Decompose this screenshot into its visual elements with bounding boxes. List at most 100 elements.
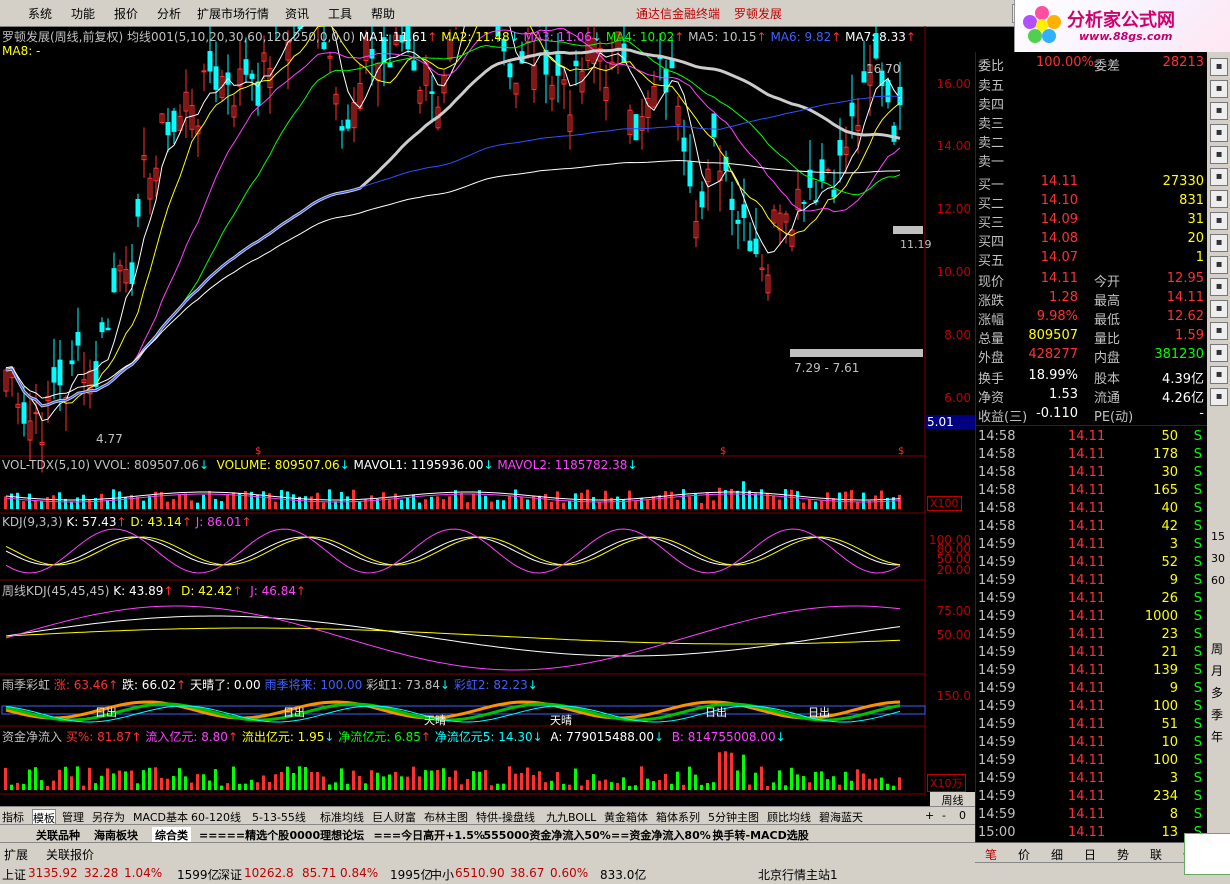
wkdj-title[interactable]: 周线KDJ(45,45,45) [2,584,109,598]
block-tab[interactable]: ==资金净流入80% [611,827,711,843]
vol-title[interactable]: VOL-TDX(5,10) [2,458,90,472]
detail-tab[interactable]: 日 [1084,846,1096,863]
template-tab[interactable]: 黄金箱体 [604,809,648,825]
tick-row[interactable]: 14:59 14.11 52 S [976,554,1208,572]
tick-row[interactable]: 14:58 14.11 40 S [976,500,1208,518]
tick-row[interactable]: 14:59 14.11 21 S [976,644,1208,662]
buy-level-row[interactable]: 买五 14.07 1 [976,249,1208,269]
tick-row[interactable]: 14:59 14.11 1000 S [976,608,1208,626]
toolbar-tool-icon[interactable]: ▪ [1210,366,1228,384]
quote-stat-row[interactable]: 涨幅 9.98% 最低 12.62 [976,308,1208,328]
menu-help[interactable]: 帮助 [371,5,395,22]
tick-row[interactable]: 14:59 14.11 23 S [976,626,1208,644]
menu-tools[interactable]: 工具 [328,5,352,22]
toolbar-tool-icon[interactable]: ▪ [1210,388,1228,406]
template-tab[interactable]: 标准均线 [320,809,364,825]
block-tab[interactable]: 关联品种 [36,827,80,843]
toolbar-tool-icon[interactable]: ▪ [1210,322,1228,340]
detail-tab[interactable]: 笔 [985,846,997,863]
tab-control-button[interactable]: - [942,809,946,822]
tab-control-button[interactable]: + [925,809,934,822]
notification-popup[interactable] [1184,833,1230,875]
quote-stat-row[interactable]: 换手 18.99% 股本 4.39亿 [976,367,1208,387]
toolbar-tool-icon[interactable]: ▪ [1210,212,1228,230]
toolbar-tool-icon[interactable]: ▪ [1210,344,1228,362]
tick-row[interactable]: 14:59 14.11 234 S [976,788,1208,806]
toolbar-tool-icon[interactable]: ▪ [1210,234,1228,252]
template-tab[interactable]: 特供-操盘线 [476,809,535,825]
period-button[interactable]: 30 [1211,552,1225,565]
rain-title[interactable]: 雨季彩虹 [2,678,50,692]
detail-tab[interactable]: 势 [1117,846,1129,863]
toolbar-tool-icon[interactable]: ▪ [1210,102,1228,120]
tab-control-button[interactable]: 0 [959,809,966,822]
tick-row[interactable]: 14:59 14.11 3 S [976,770,1208,788]
buy-level-row[interactable]: 买一 14.11 27330 [976,173,1208,193]
tick-row[interactable]: 14:59 14.11 9 S [976,680,1208,698]
menu-function[interactable]: 功能 [71,5,95,22]
detail-tab[interactable]: 价 [1018,846,1030,863]
tick-row[interactable]: 14:58 14.11 50 S [976,428,1208,446]
block-tab[interactable]: 换手转-MACD选股 [713,827,809,843]
template-tab[interactable]: 另存为 [92,809,125,825]
block-tab[interactable]: 0000理想论坛 [290,827,365,843]
server-label[interactable]: 北京行情主站1 [758,866,838,883]
template-tab[interactable]: 箱体系列 [656,809,700,825]
template-tab[interactable]: 5分钟主图 [708,809,759,825]
template-tab[interactable]: 布林主图 [424,809,468,825]
tick-row[interactable]: 15:0014.1113S [976,824,1208,842]
period-button[interactable]: 月 [1211,662,1223,679]
toolbar-tool-icon[interactable]: ▪ [1210,278,1228,296]
toolbar-tool-icon[interactable]: ▪ [1210,80,1228,98]
menu-system[interactable]: 系统 [28,5,52,22]
tick-row[interactable]: 14:59 14.11 3 S [976,536,1208,554]
detail-tab[interactable]: 细 [1051,846,1063,863]
quote-stat-row[interactable]: 收益(三) -0.110 PE(动) - [976,405,1208,425]
menu-analysis[interactable]: 分析 [157,5,181,22]
tick-row[interactable]: 14:58 14.11 178 S [976,446,1208,464]
block-tab[interactable]: ===今日高开+1.5% [374,827,485,843]
sell-level-row[interactable]: 卖一 [976,150,1208,170]
main-indicator-label[interactable]: 均线001(5,10,20,30,60,120,250,0,0,0) [127,30,355,44]
related-quote-button[interactable]: 关联报价 [46,846,94,863]
tick-row[interactable]: 14:59 14.11 100 S [976,698,1208,716]
template-tab[interactable]: 碧海蓝天 [819,809,863,825]
quote-stat-row[interactable]: 现价 14.11 今开 12.95 [976,270,1208,290]
sell-level-row[interactable]: 卖二 [976,131,1208,151]
buy-level-row[interactable]: 买三 14.09 31 [976,211,1208,231]
block-tab[interactable]: 海南板块 [94,827,138,843]
period-button[interactable]: 年 [1211,728,1223,745]
period-button[interactable]: 多 [1211,684,1223,701]
template-tab[interactable]: 九九BOLL [546,809,596,825]
menu-info[interactable]: 资讯 [285,5,309,22]
template-tab[interactable]: 顾比均线 [767,809,811,825]
toolbar-tool-icon[interactable]: ▪ [1210,58,1228,76]
template-tab[interactable]: 指标 [2,809,24,825]
chart-area[interactable]: $ $ $ 罗顿发展(周线,前复权) 均线001(5,10,20,30,60,120… [0,26,975,818]
period-button[interactable]: 周 [1211,640,1223,657]
quote-stat-row[interactable]: 总量 809507 量比 1.59 [976,327,1208,347]
period-button[interactable]: 15 [1211,530,1225,543]
sell-level-row[interactable]: 卖三 [976,112,1208,132]
quote-stat-row[interactable]: 涨跌 1.28 最高 14.11 [976,289,1208,309]
buy-level-row[interactable]: 买四 14.08 20 [976,230,1208,250]
template-tab[interactable]: 5-13-55线 [252,809,306,825]
template-tab[interactable]: 巨人财富 [372,809,416,825]
tick-row[interactable]: 14:59 14.11 51 S [976,716,1208,734]
tick-row[interactable]: 14:59 14.11 100 S [976,752,1208,770]
period-button[interactable]: 季 [1211,706,1223,723]
fund-title[interactable]: 资金净流入 [2,730,62,744]
extend-button[interactable]: 扩展 [4,846,28,863]
toolbar-tool-icon[interactable]: ▪ [1210,168,1228,186]
block-tab[interactable]: 综合类 [152,827,191,843]
tick-row[interactable]: 14:59 14.11 8 S [976,806,1208,824]
tick-row[interactable]: 14:59 14.11 139 S [976,662,1208,680]
toolbar-tool-icon[interactable]: ▪ [1210,300,1228,318]
sell-level-row[interactable]: 卖五 [976,74,1208,94]
buy-level-row[interactable]: 买二 14.10 831 [976,192,1208,212]
detail-tab[interactable]: 联 [1150,846,1162,863]
quote-stat-row[interactable]: 外盘 428277 内盘 381230 [976,346,1208,366]
template-tab[interactable]: 60-120线 [191,809,241,825]
period-button[interactable]: 60 [1211,574,1225,587]
tick-row[interactable]: 14:58 14.11 165 S [976,482,1208,500]
